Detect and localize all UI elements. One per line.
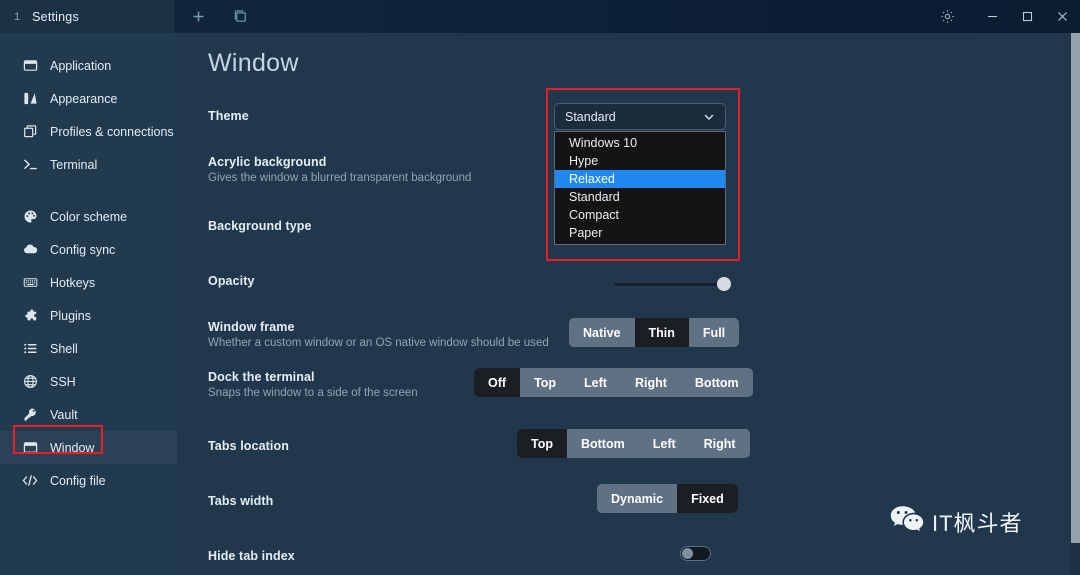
sidebar-item-label: Vault — [50, 407, 78, 422]
profiles-icon — [22, 124, 38, 140]
sidebar: Application Appearance Profiles & connec… — [0, 33, 177, 575]
tabs-width-option-fixed[interactable]: Fixed — [677, 484, 738, 513]
appearance-icon — [22, 91, 38, 107]
sidebar-item-label: Config file — [50, 473, 106, 488]
page-title: Window — [208, 49, 299, 77]
dock-terminal-segmented-control: Off Top Left Right Bottom — [474, 368, 753, 397]
theme-option-hype[interactable]: Hype — [555, 152, 725, 170]
wechat-icon — [890, 505, 924, 538]
sidebar-item-label: Window — [50, 440, 95, 455]
terminal-icon — [22, 157, 38, 173]
tabs-location-option-top[interactable]: Top — [517, 429, 567, 458]
title-bar: 1 Settings — [0, 0, 1080, 33]
chevron-down-icon — [703, 111, 715, 123]
opacity-slider[interactable] — [614, 275, 731, 293]
application-icon — [22, 58, 38, 74]
dock-terminal-option-right[interactable]: Right — [620, 368, 681, 397]
theme-option-paper[interactable]: Paper — [555, 224, 725, 242]
maximize-button[interactable] — [1010, 0, 1045, 33]
sidebar-item-application[interactable]: Application — [0, 49, 177, 82]
new-tab-button[interactable] — [181, 0, 215, 33]
sidebar-item-color-scheme[interactable]: Color scheme — [0, 200, 177, 233]
sidebar-item-vault[interactable]: Vault — [0, 398, 177, 431]
theme-select[interactable]: Standard — [554, 103, 726, 130]
sidebar-item-label: Profiles & connections — [50, 124, 174, 139]
cloud-icon — [22, 242, 38, 258]
window-frame-option-native[interactable]: Native — [569, 318, 635, 347]
hide-tab-index-toggle[interactable] — [680, 546, 711, 561]
sidebar-item-terminal[interactable]: Terminal — [0, 148, 177, 181]
gear-icon[interactable] — [930, 0, 965, 33]
keyboard-icon — [22, 275, 38, 291]
sidebar-item-label: Color scheme — [50, 209, 128, 224]
tabbar-actions — [175, 0, 257, 33]
theme-dropdown-list: Windows 10 Hype Relaxed Standard Compact… — [554, 131, 726, 245]
sidebar-item-config-sync[interactable]: Config sync — [0, 233, 177, 266]
window-frame-segmented-control: Native Thin Full — [569, 318, 740, 347]
sidebar-item-config-file[interactable]: Config file — [0, 464, 177, 497]
tab-index-label: 1 — [14, 10, 21, 23]
tabs-location-option-right[interactable]: Right — [689, 429, 750, 458]
sidebar-item-label: Terminal — [50, 157, 98, 172]
toggle-knob — [682, 548, 693, 559]
split-pane-icon[interactable] — [223, 0, 257, 33]
sidebar-item-ssh[interactable]: SSH — [0, 365, 177, 398]
theme-option-relaxed[interactable]: Relaxed — [555, 170, 725, 188]
tab-settings[interactable]: 1 Settings — [0, 0, 175, 33]
watermark-text: IT枫斗者 — [932, 510, 1023, 536]
watermark: IT枫斗者 — [890, 505, 1023, 538]
vertical-scrollbar[interactable] — [1071, 33, 1080, 575]
sidebar-item-label: Appearance — [50, 91, 118, 106]
sidebar-item-label: Hotkeys — [50, 275, 96, 290]
palette-icon — [22, 209, 38, 225]
sidebar-item-label: Plugins — [50, 308, 91, 323]
tabs-location-option-left[interactable]: Left — [638, 429, 690, 458]
dock-terminal-option-left[interactable]: Left — [570, 368, 621, 397]
theme-option-compact[interactable]: Compact — [555, 206, 725, 224]
plugin-icon — [22, 308, 38, 324]
setting-label: Hide tab index — [208, 549, 295, 563]
slider-track — [614, 282, 729, 286]
dock-terminal-option-off[interactable]: Off — [474, 368, 521, 397]
tabs-location-segmented-control: Top Bottom Left Right — [517, 429, 750, 458]
theme-option-windows-10[interactable]: Windows 10 — [555, 134, 725, 152]
tabs-width-segmented-control: Dynamic Fixed — [597, 484, 738, 513]
sidebar-item-appearance[interactable]: Appearance — [0, 82, 177, 115]
dock-terminal-option-top[interactable]: Top — [520, 368, 571, 397]
theme-select-value: Standard — [565, 109, 616, 124]
settings-window: 1 Settings Application Appearance Profil… — [0, 0, 1080, 575]
sidebar-item-shell[interactable]: Shell — [0, 332, 177, 365]
list-icon — [22, 341, 38, 357]
scrollbar-thumb[interactable] — [1071, 33, 1080, 543]
window-frame-option-full[interactable]: Full — [688, 318, 740, 347]
window-icon — [22, 440, 38, 456]
tabs-width-option-dynamic[interactable]: Dynamic — [597, 484, 678, 513]
sidebar-item-label: Config sync — [50, 242, 116, 257]
sidebar-item-window[interactable]: Window — [0, 431, 177, 464]
sidebar-item-label: Application — [50, 58, 112, 73]
minimize-button[interactable] — [975, 0, 1010, 33]
dock-terminal-option-bottom[interactable]: Bottom — [680, 368, 753, 397]
window-frame-option-thin[interactable]: Thin — [634, 318, 689, 347]
key-icon — [22, 407, 38, 423]
tabs-location-option-bottom[interactable]: Bottom — [566, 429, 639, 458]
sidebar-item-label: SSH — [50, 374, 76, 389]
sidebar-divider — [0, 181, 177, 200]
sidebar-item-profiles-connections[interactable]: Profiles & connections — [0, 115, 177, 148]
theme-option-standard[interactable]: Standard — [555, 188, 725, 206]
globe-icon — [22, 374, 38, 390]
tab-title-label: Settings — [32, 9, 79, 24]
slider-knob[interactable] — [717, 277, 731, 291]
sidebar-item-label: Shell — [50, 341, 78, 356]
sidebar-item-plugins[interactable]: Plugins — [0, 299, 177, 332]
setting-row-hide-tab-index: Hide tab index — [208, 549, 1048, 563]
code-icon — [22, 473, 38, 489]
sidebar-item-hotkeys[interactable]: Hotkeys — [0, 266, 177, 299]
close-button[interactable] — [1045, 0, 1080, 33]
window-controls — [930, 0, 1080, 33]
titlebar-spacer — [257, 0, 930, 33]
